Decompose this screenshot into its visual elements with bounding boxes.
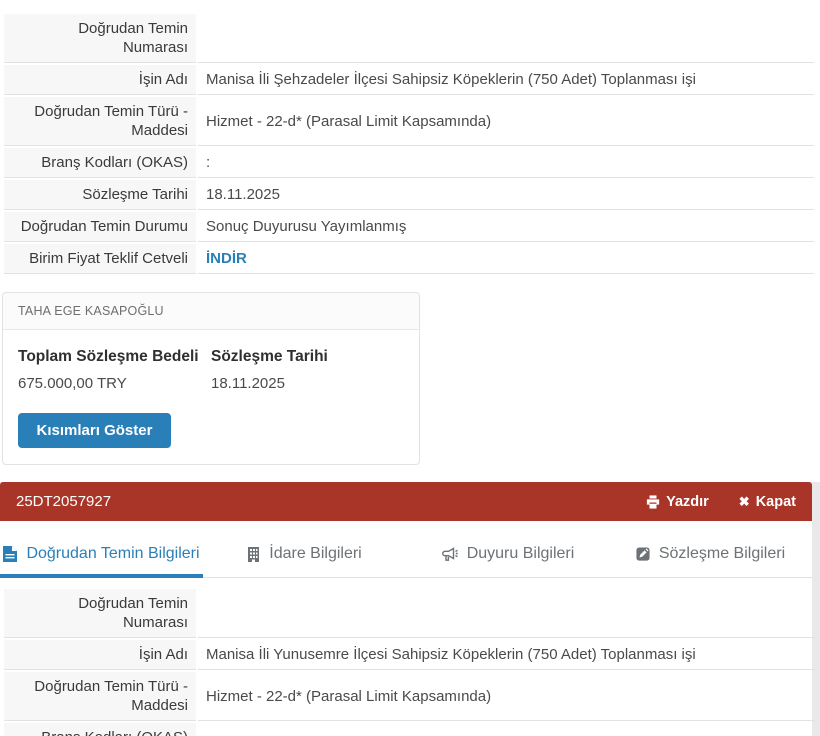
- total-contract-amount-field: Toplam Sözleşme Bedeli 675.000,00 TRY: [18, 348, 211, 392]
- direct-procurement-details-top: Doğrudan Temin Numarasıİşin AdıManisa İl…: [0, 0, 820, 276]
- modal-region: 25DT2057927 Yazdır ✖ Kapat: [0, 482, 820, 736]
- total-contract-amount-value: 675.000,00 TRY: [18, 375, 211, 392]
- table-row: Doğrudan Temin Numarası: [4, 14, 814, 63]
- contractor-name: TAHA EGE KASAPOĞLU: [3, 293, 419, 330]
- building-icon: [247, 547, 260, 562]
- download-link[interactable]: İNDİR: [206, 250, 247, 267]
- table-row: Doğrudan Temin Türü - MaddesiHizmet - 22…: [4, 672, 814, 721]
- field-value: [198, 14, 814, 63]
- field-value: [198, 589, 814, 638]
- tab-dogrudan-temin-bilgileri[interactable]: Doğrudan Temin Bilgileri: [0, 534, 203, 577]
- tab-label: Doğrudan Temin Bilgileri: [26, 545, 199, 563]
- total-contract-amount-label: Toplam Sözleşme Bedeli: [18, 348, 211, 366]
- field-value: Hizmet - 22-d* (Parasal Limit Kapsamında…: [198, 672, 814, 721]
- field-label: Doğrudan Temin Durumu: [4, 212, 196, 242]
- modal-tabs: Doğrudan Temin Bilgileri İdare Bilgiler: [0, 521, 812, 578]
- contractor-card: TAHA EGE KASAPOĞLU Toplam Sözleşme Bedel…: [2, 292, 420, 465]
- modal-header: 25DT2057927 Yazdır ✖ Kapat: [0, 482, 812, 521]
- field-value: Hizmet - 22-d* (Parasal Limit Kapsamında…: [198, 97, 814, 146]
- show-lots-button[interactable]: Kısımları Göster: [18, 413, 171, 448]
- field-label: Doğrudan Temin Türü - Maddesi: [4, 97, 196, 146]
- tab-label: İdare Bilgileri: [269, 545, 361, 563]
- contract-date-value: 18.11.2025: [211, 375, 404, 392]
- close-button-label: Kapat: [756, 494, 796, 510]
- table-row: İşin AdıManisa İli Şehzadeler İlçesi Sah…: [4, 65, 814, 95]
- field-value: [198, 723, 814, 736]
- table-row: Branş Kodları (OKAS): [4, 723, 814, 736]
- field-label: Doğrudan Temin Türü - Maddesi: [4, 672, 196, 721]
- field-label: İşin Adı: [4, 640, 196, 670]
- field-value: Manisa İli Yunusemre İlçesi Sahipsiz Köp…: [198, 640, 814, 670]
- table-row: Doğrudan Temin Numarası: [4, 589, 814, 638]
- contract-date-field: Sözleşme Tarihi 18.11.2025: [211, 348, 404, 392]
- field-label: Doğrudan Temin Numarası: [4, 589, 196, 638]
- detail-table-modal: Doğrudan Temin Numarasıİşin AdıManisa İl…: [2, 587, 816, 736]
- table-row: Doğrudan Temin DurumuSonuç Duyurusu Yayı…: [4, 212, 814, 242]
- printer-icon: [646, 495, 660, 509]
- table-row: İşin AdıManisa İli Yunusemre İlçesi Sahi…: [4, 640, 814, 670]
- close-icon: ✖: [739, 494, 750, 510]
- tab-idare-bilgileri[interactable]: İdare Bilgileri: [203, 534, 406, 577]
- field-label: İşin Adı: [4, 65, 196, 95]
- tab-sozlesme-bilgileri[interactable]: Sözleşme Bilgileri: [609, 534, 812, 577]
- field-value: 18.11.2025: [198, 180, 814, 210]
- detail-table-top: Doğrudan Temin Numarasıİşin AdıManisa İl…: [2, 12, 816, 276]
- megaphone-icon: [441, 547, 458, 562]
- field-value: :: [198, 148, 814, 178]
- tab-duyuru-bilgileri[interactable]: Duyuru Bilgileri: [406, 534, 609, 577]
- contractor-card-body: Toplam Sözleşme Bedeli 675.000,00 TRY Sö…: [3, 330, 419, 464]
- print-button[interactable]: Yazdır: [646, 494, 709, 510]
- field-label: Branş Kodları (OKAS): [4, 723, 196, 736]
- field-label: Birim Fiyat Teklif Cetveli: [4, 244, 196, 274]
- field-value: İNDİR: [198, 244, 814, 274]
- document-icon: [3, 546, 17, 562]
- field-label: Sözleşme Tarihi: [4, 180, 196, 210]
- contractor-fields: Toplam Sözleşme Bedeli 675.000,00 TRY Sö…: [18, 348, 404, 392]
- procurement-number: 25DT2057927: [16, 493, 111, 510]
- field-label: Doğrudan Temin Numarası: [4, 14, 196, 63]
- table-row: Branş Kodları (OKAS):: [4, 148, 814, 178]
- table-row: Sözleşme Tarihi18.11.2025: [4, 180, 814, 210]
- print-button-label: Yazdır: [666, 494, 709, 510]
- table-row: Birim Fiyat Teklif Cetveli İNDİR: [4, 244, 814, 274]
- procurement-detail-modal: 25DT2057927 Yazdır ✖ Kapat: [0, 482, 812, 736]
- direct-procurement-details-modal: Doğrudan Temin Numarasıİşin AdıManisa İl…: [0, 578, 812, 736]
- pencil-square-icon: [636, 547, 650, 561]
- field-value: Manisa İli Şehzadeler İlçesi Sahipsiz Kö…: [198, 65, 814, 95]
- table-row: Doğrudan Temin Türü - MaddesiHizmet - 22…: [4, 97, 814, 146]
- close-button[interactable]: ✖ Kapat: [739, 494, 796, 510]
- tab-label: Sözleşme Bilgileri: [659, 545, 785, 563]
- tab-label: Duyuru Bilgileri: [467, 545, 575, 563]
- contract-date-label: Sözleşme Tarihi: [211, 348, 404, 366]
- field-value: Sonuç Duyurusu Yayımlanmış: [198, 212, 814, 242]
- field-label: Branş Kodları (OKAS): [4, 148, 196, 178]
- modal-header-actions: Yazdır ✖ Kapat: [646, 494, 796, 510]
